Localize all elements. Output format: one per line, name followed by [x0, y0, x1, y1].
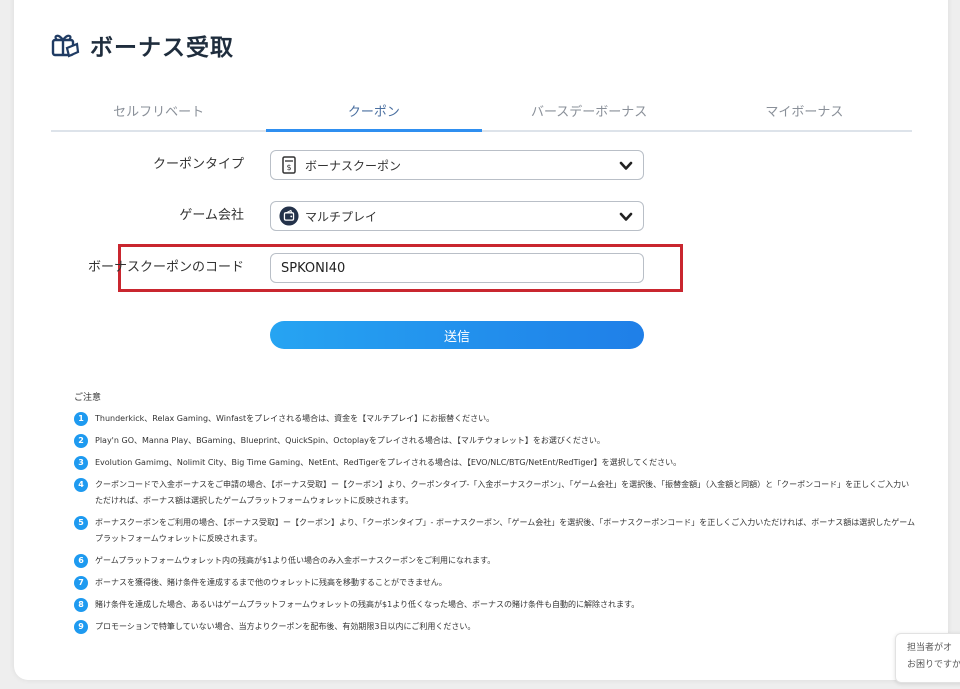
list-item: 1 Thunderkick、Relax Gaming、Winfastをプレイされ…: [74, 411, 916, 427]
list-item: 7 ボーナスを獲得後、賭け条件を達成するまで他のウォレットに残高を移動することが…: [74, 575, 916, 591]
list-item: 5 ボーナスクーポンをご利用の場合、【ボーナス受取】ー【クーポン】より、「クーポ…: [74, 515, 916, 547]
list-item: 3 Evolution Gamimg、Nolimit City、Big Time…: [74, 455, 916, 471]
tab-my-bonus[interactable]: マイボーナス: [697, 98, 912, 130]
note-text: ボーナスクーポンをご利用の場合、【ボーナス受取】ー【クーポン】より、「クーポンタ…: [95, 518, 915, 543]
coupon-type-label: クーポンタイプ: [152, 157, 244, 172]
note-text: Thunderkick、Relax Gaming、Winfastをプレイされる場…: [95, 414, 495, 423]
note-number-badge: 8: [74, 598, 88, 612]
note-number-badge: 4: [74, 478, 88, 492]
note-number-badge: 3: [74, 456, 88, 470]
gift-icon: [50, 30, 80, 60]
list-item: 8 賭け条件を達成した場合、あるいはゲームプラットフォームウォレットの残高が$1…: [74, 597, 916, 613]
wallet-icon: [279, 206, 299, 226]
game-company-row: ゲーム会社 マルチプレイ: [0, 201, 960, 231]
chat-support-widget[interactable]: 担当者がオ お困りですか: [895, 633, 960, 683]
note-text: 賭け条件を達成した場合、あるいはゲームプラットフォームウォレットの残高が$1より…: [95, 600, 640, 609]
bonus-tabs: セルフリベート クーポン バースデーボーナス マイボーナス: [51, 98, 912, 132]
chat-line-2: お困りですか: [907, 660, 960, 670]
note-number-badge: 2: [74, 434, 88, 448]
coupon-type-select[interactable]: $ ボーナスクーポン: [270, 150, 644, 180]
note-text: プロモーションで特筆していない場合、当方よりクーポンを配布後、有効期限3日以内に…: [95, 622, 476, 631]
note-text: ボーナスを獲得後、賭け条件を達成するまで他のウォレットに残高を移動することができ…: [95, 578, 447, 587]
page-title: ボーナス受取: [90, 35, 234, 61]
note-number-badge: 1: [74, 412, 88, 426]
note-text: Play'n GO、Manna Play、BGaming、Blueprint、Q…: [95, 436, 605, 445]
chat-line-1: 担当者がオ: [907, 643, 953, 653]
tab-coupon[interactable]: クーポン: [266, 98, 482, 132]
note-number-badge: 9: [74, 620, 88, 634]
game-company-label: ゲーム会社: [179, 208, 244, 223]
game-company-value: マルチプレイ: [305, 209, 378, 224]
list-item: 2 Play'n GO、Manna Play、BGaming、Blueprint…: [74, 433, 916, 449]
list-item: 9 プロモーションで特筆していない場合、当方よりクーポンを配布後、有効期限3日以…: [74, 619, 916, 635]
notes-title: ご注意: [74, 393, 102, 403]
notes-list: 1 Thunderkick、Relax Gaming、Winfastをプレイされ…: [74, 411, 916, 641]
note-number-badge: 7: [74, 576, 88, 590]
note-text: クーポンコードで入金ボーナスをご申請の場合、【ボーナス受取】ー【クーポン】より、…: [95, 480, 910, 505]
coupon-icon: $: [279, 155, 299, 175]
submit-button[interactable]: 送信: [270, 321, 644, 349]
chevron-down-icon: [619, 209, 633, 228]
page-header: ボーナス受取: [50, 28, 234, 62]
note-number-badge: 5: [74, 516, 88, 530]
coupon-code-label: ボーナスクーポンのコード: [87, 260, 244, 275]
note-number-badge: 6: [74, 554, 88, 568]
note-text: Evolution Gamimg、Nolimit City、Big Time G…: [95, 458, 682, 467]
coupon-code-row: ボーナスクーポンのコード: [0, 253, 960, 283]
note-text: ゲームプラットフォームウォレット内の残高が$1より低い場合のみ入金ボーナスクーポ…: [95, 556, 496, 565]
tab-self-rebate[interactable]: セルフリベート: [51, 98, 266, 130]
game-company-select[interactable]: マルチプレイ: [270, 201, 644, 231]
list-item: 4 クーポンコードで入金ボーナスをご申請の場合、【ボーナス受取】ー【クーポン】よ…: [74, 477, 916, 509]
tab-birthday-bonus[interactable]: バースデーボーナス: [482, 98, 697, 130]
chevron-down-icon: [619, 158, 633, 177]
coupon-type-row: クーポンタイプ $ ボーナスクーポン: [0, 150, 960, 180]
list-item: 6 ゲームプラットフォームウォレット内の残高が$1より低い場合のみ入金ボーナスク…: [74, 553, 916, 569]
svg-text:$: $: [286, 163, 291, 172]
coupon-code-input[interactable]: [270, 253, 644, 283]
coupon-type-value: ボーナスクーポン: [305, 158, 402, 173]
